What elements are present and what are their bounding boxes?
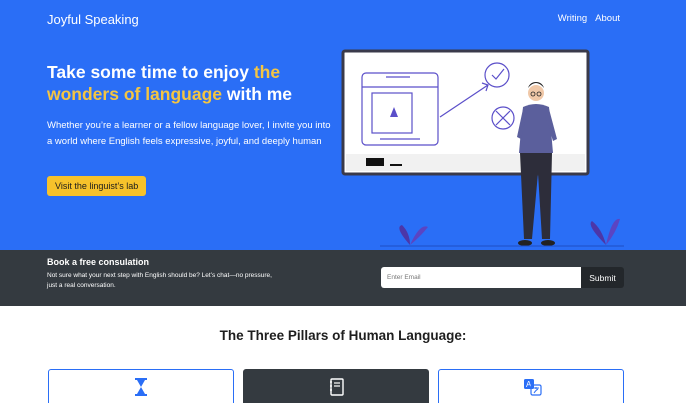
translate-icon: A [524,379,542,396]
book-icon [330,378,344,396]
submit-button[interactable]: Submit [581,267,624,288]
pillar-card-1[interactable] [48,369,234,403]
headline-text-2: with me [222,84,293,104]
teacher-whiteboard-illustration [341,49,624,247]
consultation-band: Book a free consulation Not sure what yo… [0,250,686,306]
consultation-text: Not sure what your next step with Englis… [47,272,272,289]
hero-headline: Take some time to enjoy the wonders of l… [47,61,337,105]
brand-logo[interactable]: Joyful Speaking [47,12,139,27]
consultation-title: Book a free consulation [47,257,150,267]
nav-link-writing[interactable]: Writing [558,13,587,24]
email-input[interactable] [381,267,581,288]
top-nav: Writing About [558,13,620,24]
nav-link-about[interactable]: About [595,13,620,24]
pillars-heading: The Three Pillars of Human Language: [219,328,467,343]
linguist-lab-button[interactable]: Visit the linguist’s lab [47,176,147,196]
pillar-card-2[interactable] [243,369,429,403]
hero-section: Joyful Speaking Writing About Take some … [0,0,686,250]
hero-lead-text: Whether you’re a learner or a fellow lan… [47,120,331,147]
hourglass-icon [135,378,147,396]
headline-text-1: Take some time to enjoy [47,62,254,82]
pillar-card-3[interactable]: A [438,369,624,403]
